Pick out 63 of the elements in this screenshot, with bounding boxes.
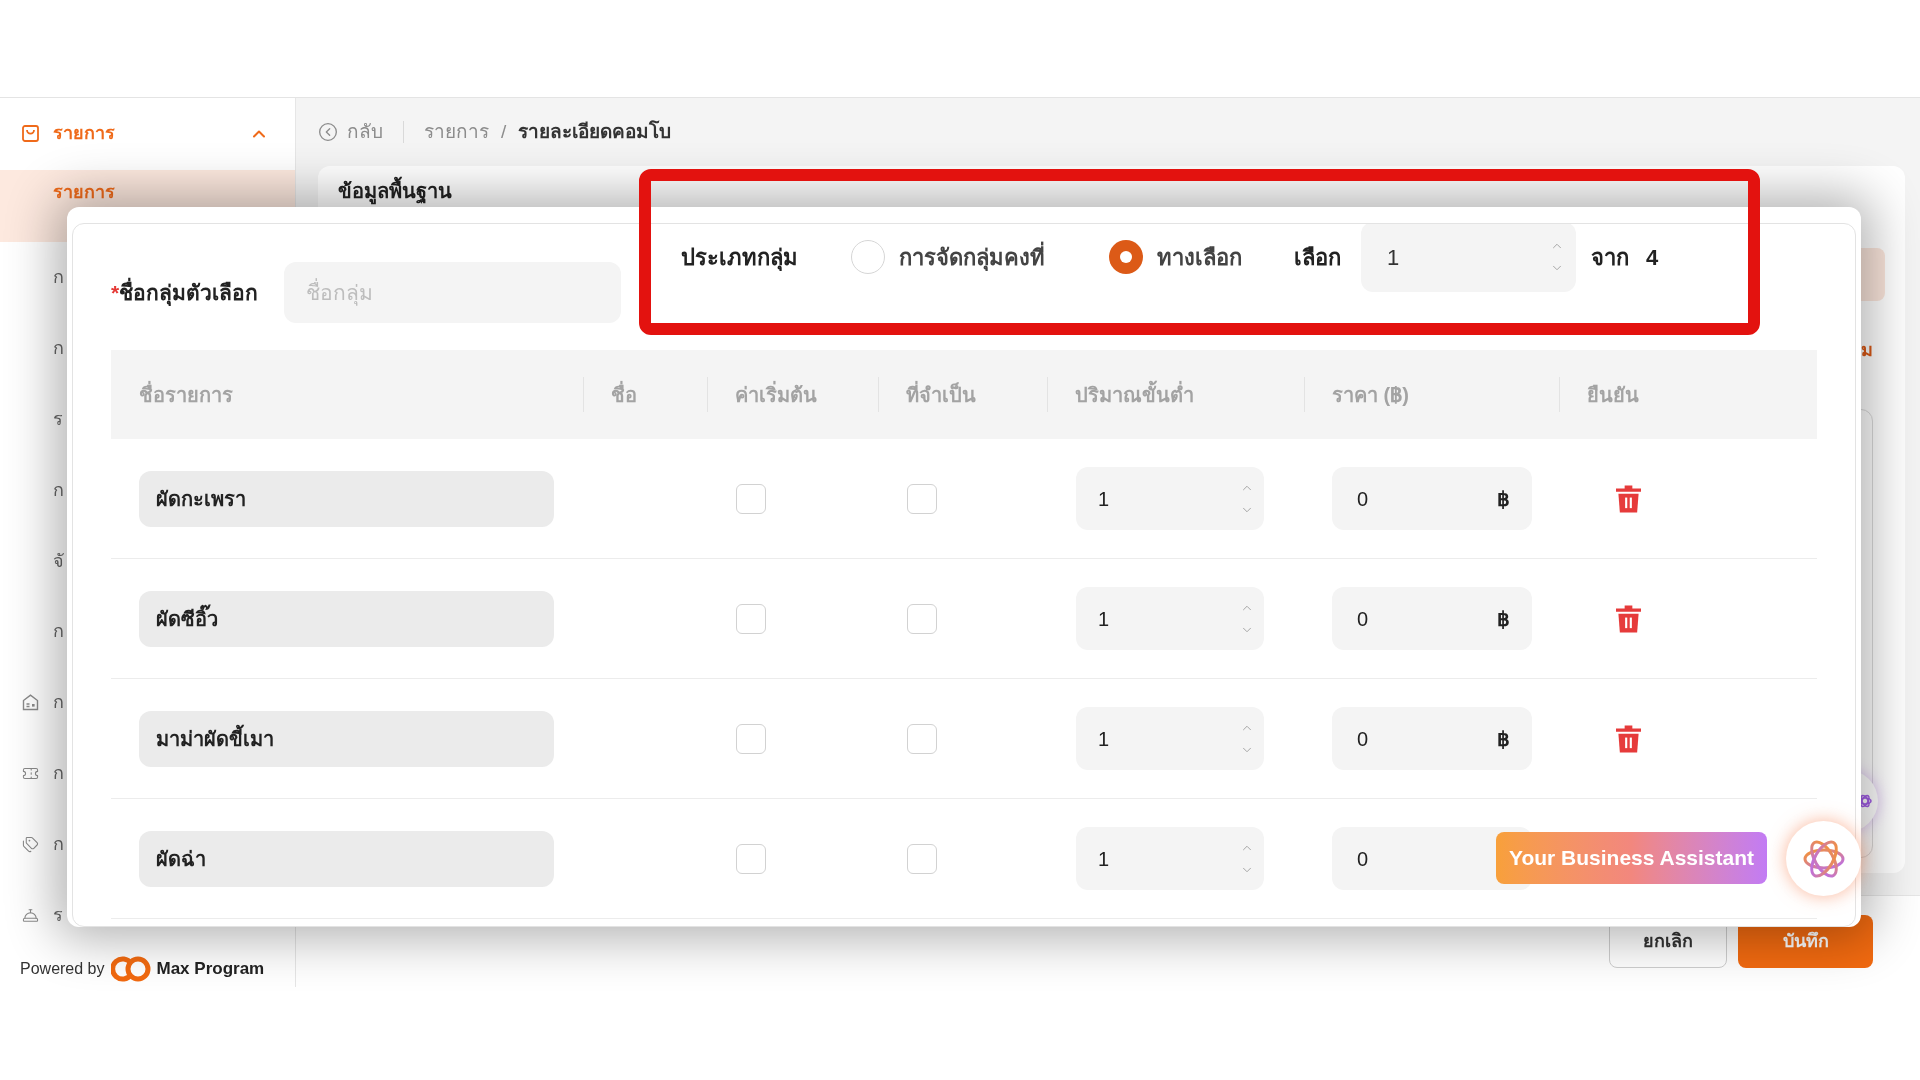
column-header: ชื่อ (611, 380, 637, 408)
radio-label[interactable]: ทางเลือก (1157, 240, 1242, 274)
column-header: ที่จำเป็น (906, 380, 976, 408)
checkbox[interactable] (736, 603, 766, 634)
quantity-field[interactable]: 1 (1076, 587, 1264, 650)
quantity-field[interactable]: 1 (1076, 707, 1264, 770)
breadcrumb-current: รายละเอียดคอมโบ (518, 119, 672, 144)
brand-name: Max Program (156, 958, 265, 981)
tag-icon (22, 836, 39, 854)
column-header: ราคา (฿) (1332, 382, 1409, 408)
price-field[interactable]: 0 ฿ (1332, 467, 1532, 530)
back-icon (318, 122, 338, 142)
trash-icon[interactable] (1616, 484, 1641, 513)
pick-count-field[interactable]: 1 (1361, 224, 1576, 292)
radio-label[interactable]: การจัดกลุ่มคงที่ (899, 240, 1045, 274)
checkbox[interactable] (736, 483, 766, 514)
orbit-icon (1858, 794, 1872, 808)
pick-label: เลือก (1294, 244, 1341, 270)
trash-icon[interactable] (1616, 604, 1641, 633)
breadcrumb-separator: / (501, 119, 507, 144)
powered-by-label: Powered by (20, 959, 105, 980)
bag-icon (22, 125, 39, 143)
checkbox[interactable] (907, 483, 937, 514)
checkbox[interactable] (736, 723, 766, 754)
sidebar-item[interactable]: ก (22, 689, 64, 717)
currency-symbol: ฿ (1497, 486, 1510, 512)
checkbox[interactable] (907, 603, 937, 634)
sidebar-item[interactable]: ก (53, 334, 64, 362)
trash-icon[interactable] (1616, 724, 1641, 753)
radio-button[interactable] (851, 240, 885, 274)
house-icon (22, 694, 39, 712)
quantity-field[interactable]: 1 (1076, 467, 1264, 530)
service-bell-icon (22, 907, 39, 925)
sidebar-item[interactable]: ก (53, 618, 64, 646)
checkbox[interactable] (736, 843, 766, 874)
sidebar-item[interactable]: ก (22, 831, 64, 859)
price-field[interactable]: 0 ฿ (1332, 707, 1532, 770)
column-header: ค่าเริ่มต้น (735, 380, 817, 408)
sidebar-item[interactable]: ก (53, 476, 64, 504)
sidebar-item[interactable]: จั (53, 547, 64, 575)
item-name-field[interactable]: มาม่าผัดขี้เมา (139, 710, 554, 767)
radio-button[interactable] (1109, 240, 1143, 274)
item-name-field[interactable]: ผัดฉ่า (139, 830, 554, 887)
sidebar-item[interactable]: ร (22, 902, 63, 930)
currency-symbol: ฿ (1497, 726, 1510, 752)
group-type-label: ประเภทกลุ่ม (681, 244, 798, 270)
item-name-field[interactable]: ผัดซีอิ๊ว (139, 590, 554, 647)
item-name-field[interactable]: ผัดกะเพรา (139, 470, 554, 527)
sidebar-item[interactable]: ก (22, 760, 64, 788)
column-header: ปริมาณขั้นต่ำ (1075, 379, 1194, 410)
sidebar-item[interactable]: ก (53, 263, 64, 291)
logo-icon (110, 956, 151, 983)
checkbox[interactable] (907, 843, 937, 874)
column-header: ยืนยัน (1587, 382, 1639, 408)
side-text: ม (1861, 339, 1873, 362)
quantity-field[interactable]: 1 (1076, 827, 1264, 890)
currency-symbol: ฿ (1497, 606, 1510, 632)
price-field[interactable]: 0 ฿ (1332, 587, 1532, 650)
column-header: ชื่อรายการ (139, 380, 233, 408)
total-count: 4 (1646, 243, 1659, 272)
sidebar-item[interactable]: ร (53, 405, 63, 433)
checkbox[interactable] (907, 723, 937, 754)
of-label: จาก (1591, 244, 1629, 270)
